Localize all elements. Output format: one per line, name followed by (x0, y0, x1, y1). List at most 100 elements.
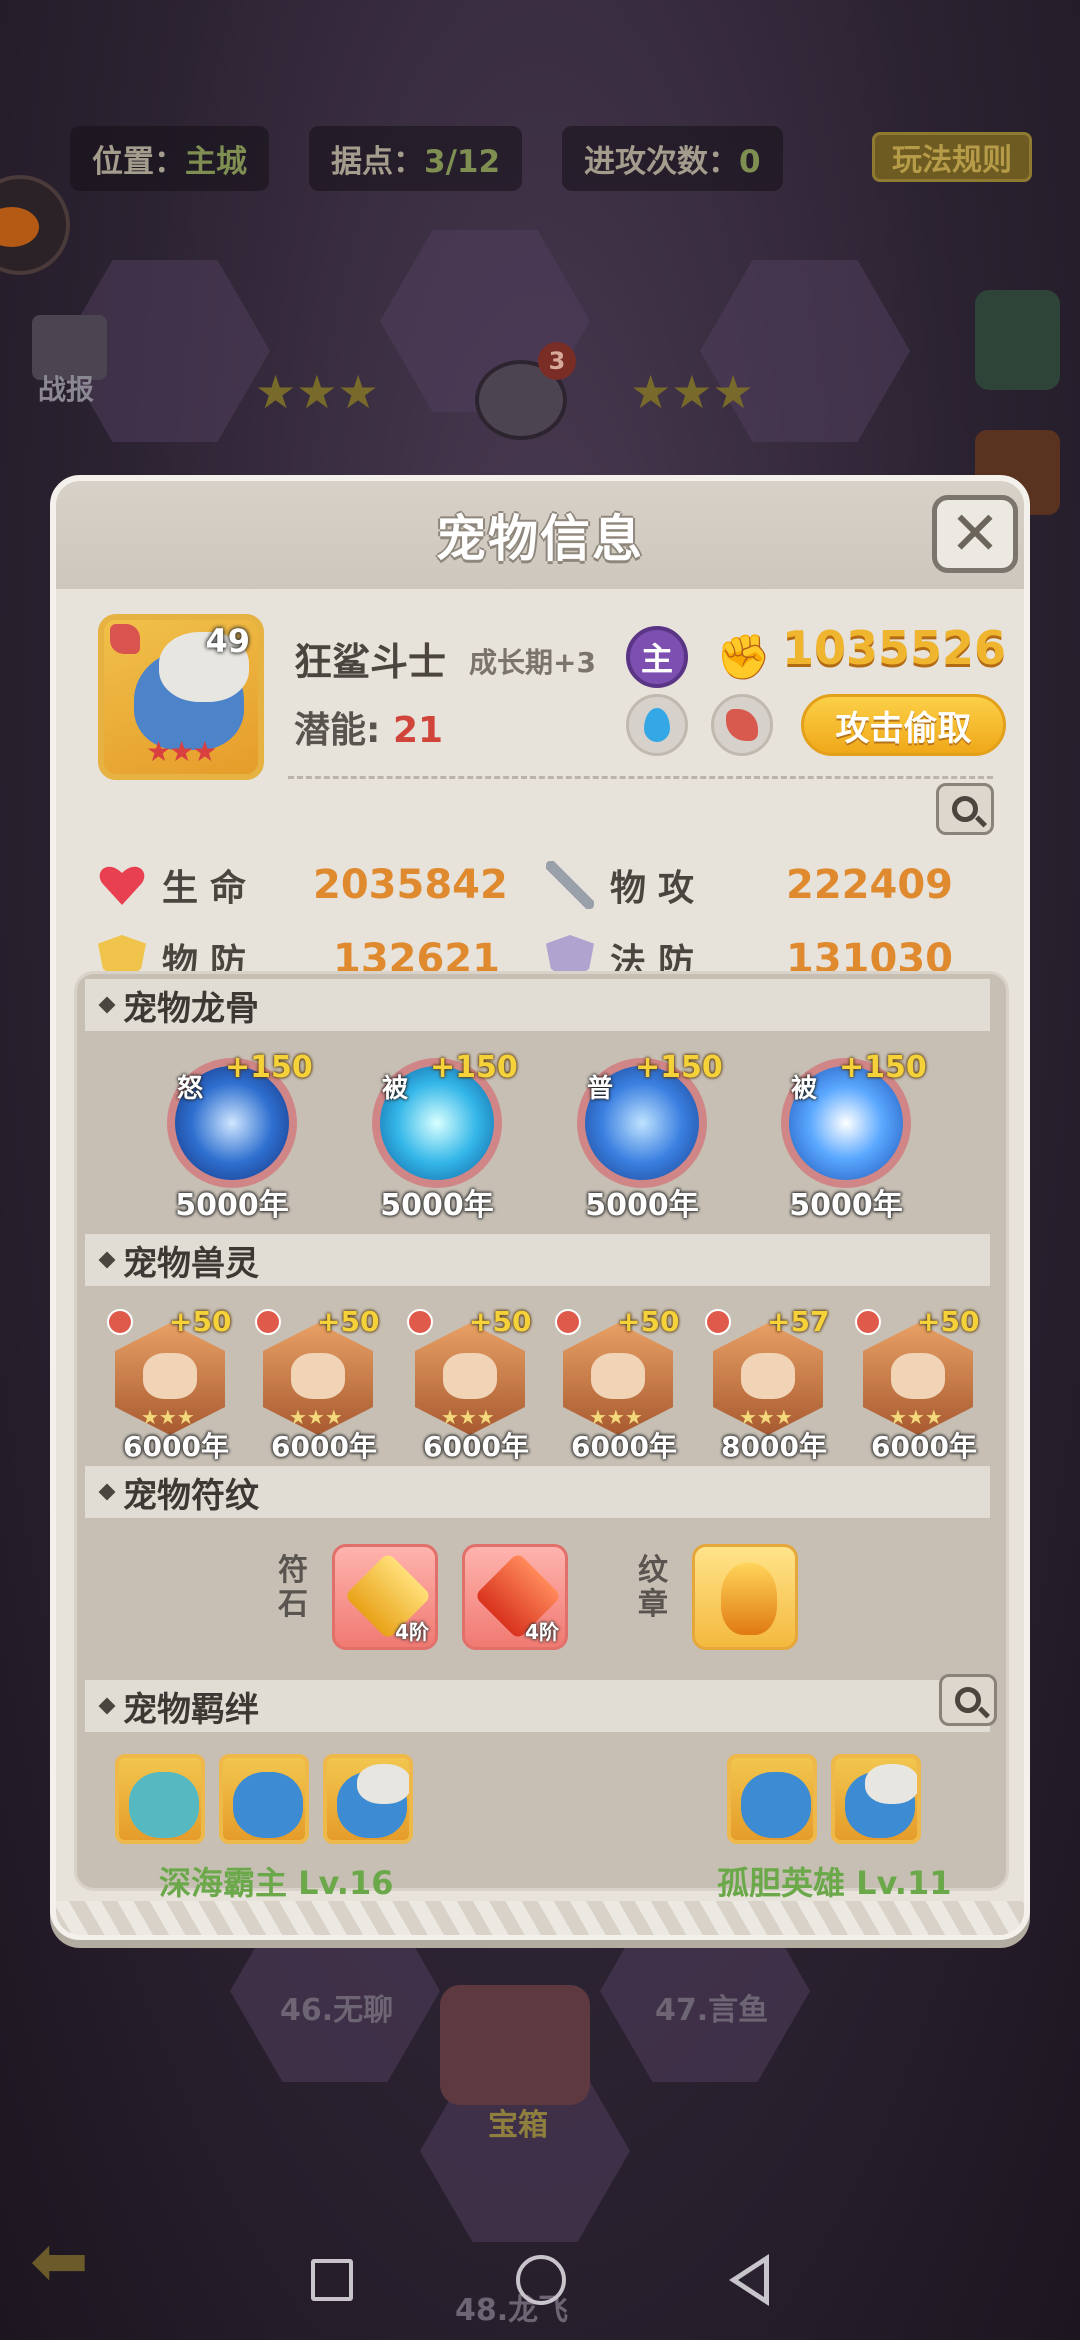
combat-power: 1035526 (782, 621, 1007, 675)
spirit-slot[interactable]: +50 ★★★ 6000年 (855, 1305, 985, 1463)
attack-value: 222409 (786, 862, 953, 908)
rules-button[interactable]: 玩法规则 (872, 132, 1032, 182)
close-button[interactable]: ✕ (932, 495, 1018, 573)
power-fist-icon: ✊ (716, 632, 771, 683)
star-icon: ★★★ (630, 365, 754, 419)
base-chip: 据点：3/12 (309, 125, 523, 191)
bone-slot[interactable]: 被 +150 5000年 (763, 1046, 927, 1223)
bond-name: 深海霸主 Lv.16 (159, 1864, 394, 1902)
rune-tier: 4阶 (395, 1620, 429, 1644)
stat-attack: 物攻 222409 (546, 859, 953, 911)
bond-pet-portrait[interactable] (831, 1754, 921, 1844)
attacks-chip: 进攻次数：0 (562, 125, 783, 191)
search-icon (955, 1687, 981, 1713)
close-x-icon: ✕ (949, 499, 1001, 569)
bone-slot[interactable]: 普 +150 5000年 (559, 1046, 723, 1223)
spirit-slot[interactable]: +57 ★★★ 8000年 (705, 1305, 835, 1463)
bone-years: 5000年 (380, 1188, 494, 1223)
rune-tier: 4阶 (525, 1620, 559, 1644)
pet-portrait[interactable]: 49 ★★★ (98, 614, 264, 780)
system-nav-bar (0, 2220, 1080, 2340)
rune-stone-label: 符石 (278, 1553, 308, 1622)
bone-slot[interactable]: 被 +150 5000年 (354, 1046, 518, 1223)
bone-type-tag: 普 (587, 1074, 614, 1104)
pet-face-icon (337, 1764, 409, 1838)
main-pet-badge: 主 (626, 626, 688, 688)
bone-years: 5000年 (175, 1188, 289, 1223)
section-spirits: 宠物兽灵 (85, 1234, 990, 1286)
dialog-bottom-trim (56, 1901, 1024, 1935)
attacks-label: 进攻次数： (584, 143, 740, 180)
spirit-slot[interactable]: +50 ★★★ 6000年 (255, 1305, 385, 1463)
bond-pet-portrait[interactable] (323, 1754, 413, 1844)
axe-icon (255, 1309, 281, 1335)
pet-face-icon (845, 1764, 917, 1838)
home-circle-icon[interactable] (515, 2255, 566, 2305)
hp-label: 生命 (162, 868, 259, 909)
axe-icon (855, 1309, 881, 1335)
potential-label: 潜能: (294, 710, 381, 751)
recents-square-icon[interactable] (311, 2259, 354, 2301)
bone-bonus: +150 (839, 1050, 927, 1085)
stats-detail-button[interactable] (936, 783, 994, 835)
axe-type-icon[interactable] (711, 694, 773, 756)
tile-name-right: 47.言鱼 (655, 1993, 769, 2028)
spirit-bonus: +50 (169, 1305, 232, 1338)
section-bones-title: 宠物龙骨 (123, 988, 259, 1029)
dialog-header: 宠物信息 (56, 481, 1024, 589)
bond-detail-button[interactable] (939, 1674, 997, 1726)
pet-detail-panel: 宠物龙骨 怒 +150 5000年 被 +150 5000年 普 +150 50… (74, 971, 1009, 1902)
divider (288, 776, 993, 779)
bone-type-tag: 怒 (177, 1074, 204, 1104)
spirit-bonus: +57 (767, 1305, 830, 1338)
rune-emblem-label: 纹章 (638, 1553, 668, 1622)
axe-icon (107, 1309, 133, 1335)
diamond-bullet-icon (98, 1251, 116, 1269)
search-icon (952, 796, 978, 822)
treasure-chest-icon[interactable] (440, 1985, 590, 2105)
spirit-slot[interactable]: +50 ★★★ 6000年 (555, 1305, 685, 1463)
spirit-slot[interactable]: +50 ★★★ 6000年 (107, 1305, 237, 1463)
spirit-slot[interactable]: +50 ★★★ 6000年 (407, 1305, 537, 1463)
pot-icon[interactable] (975, 290, 1060, 390)
chat-badge: 3 (538, 342, 576, 380)
pet-stars: ★★★ (146, 735, 217, 768)
bond-pet-portrait[interactable] (727, 1754, 817, 1844)
section-bonds: 宠物羁绊 (85, 1680, 990, 1732)
battle-report-label: 战报 (38, 373, 95, 406)
pet-growth-stage: 成长期+3 (469, 646, 596, 679)
pet-face-icon (741, 1772, 811, 1838)
bond-pet-portrait[interactable] (115, 1754, 205, 1844)
attack-steal-button[interactable]: 攻击偷取 (801, 694, 1006, 756)
bone-type-tag: 被 (382, 1074, 409, 1104)
spirit-bonus: +50 (617, 1305, 680, 1338)
spirit-years: 6000年 (871, 1430, 977, 1463)
base-label: 据点： (331, 143, 424, 180)
rune-stone-slot[interactable]: 4阶 (462, 1544, 568, 1650)
spirit-bonus: +50 (469, 1305, 532, 1338)
pet-name: 狂鲨斗士 (294, 640, 447, 684)
location-chip: 位置：主城 (70, 125, 269, 191)
spirit-years: 6000年 (423, 1430, 529, 1463)
bond-pet-portrait[interactable] (219, 1754, 309, 1844)
back-triangle-icon[interactable] (728, 2254, 769, 2306)
spirit-years: 6000年 (571, 1430, 677, 1463)
tile-name-left: 46.无聊 (280, 1993, 394, 2028)
potential-row: 潜能: 21 (294, 701, 443, 753)
bone-slot[interactable]: 怒 +150 5000年 (149, 1046, 313, 1223)
spirit-years: 6000年 (271, 1430, 377, 1463)
base-value: 3/12 (424, 143, 501, 180)
emblem-slot[interactable] (692, 1544, 798, 1650)
location-value: 主城 (185, 143, 247, 180)
potential-value: 21 (392, 710, 444, 751)
section-spirits-title: 宠物兽灵 (123, 1243, 259, 1284)
bone-years: 5000年 (789, 1188, 903, 1223)
pet-level: 49 (205, 622, 250, 660)
attacks-value: 0 (739, 143, 761, 180)
axe-icon (110, 624, 140, 654)
spirit-years: 6000年 (123, 1430, 229, 1463)
water-element-icon[interactable] (626, 694, 688, 756)
rune-stone-slot[interactable]: 4阶 (332, 1544, 438, 1650)
attack-label: 物攻 (610, 868, 707, 909)
bone-years: 5000年 (585, 1188, 699, 1223)
